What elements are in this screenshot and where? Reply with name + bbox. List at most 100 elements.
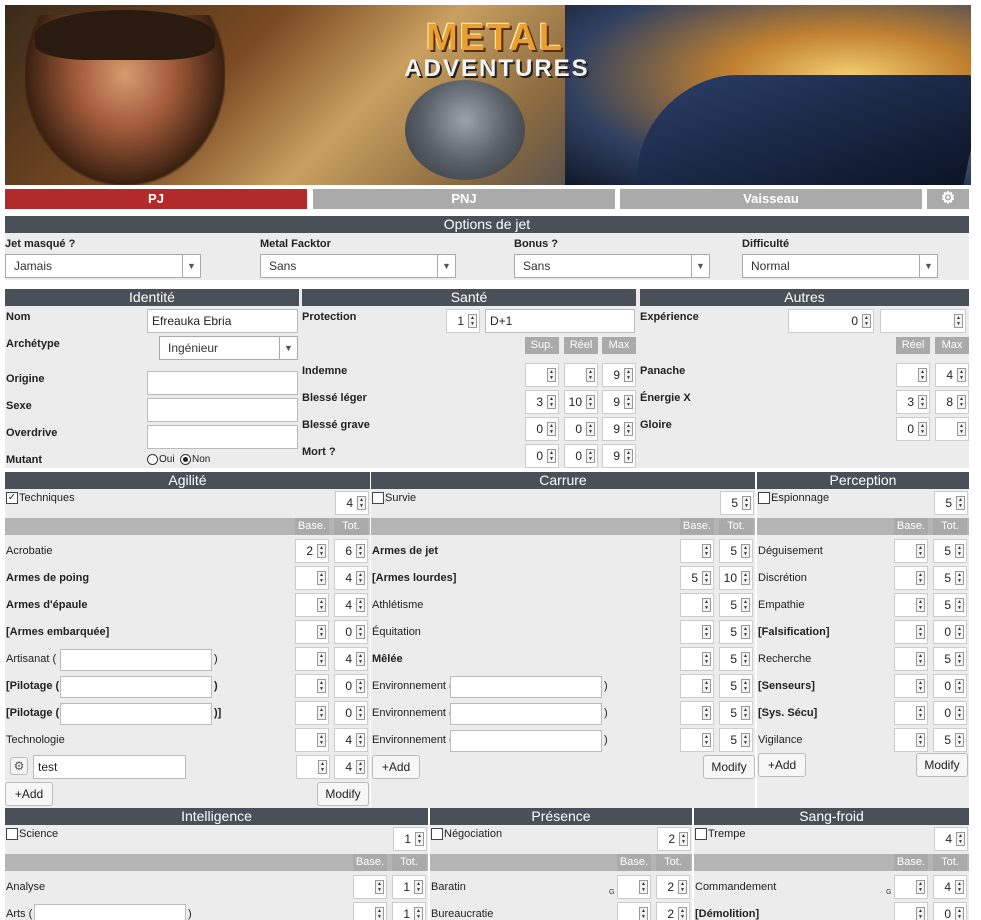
spinner-icon[interactable]: ▲ ▼ [624, 422, 633, 436]
spinner-icon[interactable]: ▲ ▼ [918, 422, 927, 436]
tab-vaisseau[interactable]: Vaisseau [620, 189, 922, 209]
spinner-icon[interactable]: ▲ ▼ [916, 880, 925, 894]
skill-tot-input[interactable]: 2 ▲ ▼ [656, 902, 690, 920]
spinner-icon[interactable]: ▲ ▼ [702, 706, 711, 720]
spinner-icon[interactable]: ▲ ▼ [375, 907, 384, 920]
spinner-icon[interactable]: ▲ ▼ [702, 652, 711, 666]
spinner-icon[interactable]: ▲ ▼ [956, 496, 965, 510]
spinner-icon[interactable]: ▲ ▼ [918, 395, 927, 409]
skill-tot-input[interactable]: 6 ▲ ▼ [334, 539, 368, 563]
skill-base-input[interactable]: ▲ ▼ [894, 674, 928, 698]
skill-tot-input[interactable]: 0 ▲ ▼ [334, 701, 368, 725]
sante-max-input[interactable]: 9 ▲ ▼ [602, 417, 636, 441]
skill-tot-input[interactable]: 0 ▲ ▼ [933, 674, 967, 698]
skill-base-input[interactable]: ▲ ▼ [680, 674, 714, 698]
presence-main-checkbox[interactable] [431, 828, 443, 840]
spinner-icon[interactable]: ▲ ▼ [955, 880, 964, 894]
spinner-icon[interactable]: ▲ ▼ [916, 907, 925, 920]
skill-tot-input[interactable]: 5 ▲ ▼ [719, 539, 753, 563]
autres-reel-input[interactable]: 0 ▲ ▼ [896, 417, 930, 441]
jet-masque-select[interactable]: Jamais ▼ [5, 254, 201, 278]
skill-base-input[interactable]: ▲ ▼ [680, 620, 714, 644]
skill-base-input[interactable]: ▲ ▼ [295, 620, 329, 644]
spinner-icon[interactable]: ▲ ▼ [547, 422, 556, 436]
sangfroid-main-checkbox[interactable] [695, 828, 707, 840]
skill-specialty-field[interactable] [34, 904, 186, 920]
spinner-icon[interactable]: ▲ ▼ [955, 733, 964, 747]
spinner-icon[interactable]: ▲ ▼ [741, 679, 750, 693]
sante-max-input[interactable]: 9 ▲ ▼ [602, 363, 636, 387]
skill-tot-input[interactable]: 5 ▲ ▼ [933, 566, 967, 590]
spinner-icon[interactable]: ▲ ▼ [547, 368, 556, 382]
spinner-icon[interactable]: ▲ ▼ [639, 907, 648, 920]
spinner-icon[interactable]: ▲ ▼ [317, 544, 326, 558]
spinner-icon[interactable]: ▲ ▼ [956, 832, 965, 846]
spinner-icon[interactable]: ▲ ▼ [741, 733, 750, 747]
sexe-field[interactable] [147, 398, 298, 422]
skill-base-input[interactable]: ▲ ▼ [894, 539, 928, 563]
skill-tot-input[interactable]: 5 ▲ ▼ [933, 728, 967, 752]
skill-base-input[interactable]: ▲ ▼ [680, 701, 714, 725]
mutant-oui-radio[interactable] [147, 454, 158, 465]
skill-base-input[interactable]: ▲ ▼ [296, 755, 330, 779]
autres-max-input[interactable]: 8 ▲ ▼ [935, 390, 969, 414]
spinner-icon[interactable]: ▲ ▼ [957, 422, 966, 436]
tab-pnj[interactable]: PNJ [313, 189, 615, 209]
spinner-icon[interactable]: ▲ ▼ [957, 368, 966, 382]
experience-total[interactable]: ▲ ▼ [880, 309, 966, 333]
skill-base-input[interactable]: ▲ ▼ [894, 620, 928, 644]
spinner-icon[interactable]: ▲ ▼ [702, 544, 711, 558]
spinner-icon[interactable]: ▲ ▼ [955, 679, 964, 693]
spinner-icon[interactable]: ▲ ▼ [954, 314, 963, 328]
presence-main-input[interactable]: 2 ▲ ▼ [657, 827, 691, 851]
spinner-icon[interactable]: ▲ ▼ [918, 368, 927, 382]
spinner-icon[interactable]: ▲ ▼ [317, 706, 326, 720]
skill-base-input[interactable]: ▲ ▼ [894, 566, 928, 590]
skill-base-input[interactable]: ▲ ▼ [894, 902, 928, 920]
skill-specialty-field[interactable] [60, 649, 212, 671]
skill-tot-input[interactable]: 10 ▲ ▼ [719, 566, 753, 590]
mutant-non-radio[interactable] [180, 454, 191, 465]
sante-reel-input[interactable]: 0 ▲ ▼ [564, 417, 598, 441]
skill-tot-input[interactable]: 5 ▲ ▼ [933, 647, 967, 671]
skill-tot-input[interactable]: 0 ▲ ▼ [334, 674, 368, 698]
spinner-icon[interactable]: ▲ ▼ [678, 880, 687, 894]
spinner-icon[interactable]: ▲ ▼ [741, 544, 750, 558]
skill-tot-input[interactable]: 5 ▲ ▼ [933, 539, 967, 563]
spinner-icon[interactable]: ▲ ▼ [741, 625, 750, 639]
spinner-icon[interactable]: ▲ ▼ [955, 625, 964, 639]
carrure-main-input[interactable]: 5 ▲ ▼ [720, 491, 754, 515]
skill-tot-input[interactable]: 0 ▲ ▼ [334, 620, 368, 644]
skill-base-input[interactable]: ▲ ▼ [894, 728, 928, 752]
spinner-icon[interactable]: ▲ ▼ [317, 652, 326, 666]
spinner-icon[interactable]: ▲ ▼ [356, 706, 365, 720]
skill-tot-input[interactable]: 0 ▲ ▼ [933, 701, 967, 725]
carrure-add-button[interactable]: +Add [372, 755, 420, 779]
skill-base-input[interactable]: 2 ▲ ▼ [295, 539, 329, 563]
spinner-icon[interactable]: ▲ ▼ [317, 733, 326, 747]
sante-max-input[interactable]: 9 ▲ ▼ [602, 444, 636, 468]
skill-tot-input[interactable]: 5 ▲ ▼ [719, 593, 753, 617]
spinner-icon[interactable]: ▲ ▼ [678, 907, 687, 920]
spinner-icon[interactable]: ▲ ▼ [955, 706, 964, 720]
spinner-icon[interactable]: ▲ ▼ [955, 571, 964, 585]
settings-gear-icon[interactable]: ⚙ [927, 189, 969, 209]
autres-max-input[interactable]: 4 ▲ ▼ [935, 363, 969, 387]
skill-base-input[interactable]: ▲ ▼ [295, 674, 329, 698]
spinner-icon[interactable]: ▲ ▼ [547, 395, 556, 409]
spinner-icon[interactable]: ▲ ▼ [916, 679, 925, 693]
autres-max-input[interactable]: ▲ ▼ [935, 417, 969, 441]
spinner-icon[interactable]: ▲ ▼ [916, 571, 925, 585]
sante-max-input[interactable]: 9 ▲ ▼ [602, 390, 636, 414]
origine-field[interactable] [147, 371, 298, 395]
spinner-icon[interactable]: ▲ ▼ [702, 625, 711, 639]
spinner-icon[interactable]: ▲ ▼ [414, 907, 423, 920]
spinner-icon[interactable]: ▲ ▼ [624, 395, 633, 409]
spinner-icon[interactable]: ▲ ▼ [624, 368, 633, 382]
sangfroid-main-input[interactable]: 4 ▲ ▼ [934, 827, 968, 851]
intelligence-main-checkbox[interactable] [6, 828, 18, 840]
sante-reel-input[interactable]: 0 ▲ ▼ [564, 444, 598, 468]
skill-tot-input[interactable]: 1 ▲ ▼ [392, 875, 426, 899]
autres-reel-input[interactable]: ▲ ▼ [896, 363, 930, 387]
skill-base-input[interactable]: ▲ ▼ [617, 902, 651, 920]
